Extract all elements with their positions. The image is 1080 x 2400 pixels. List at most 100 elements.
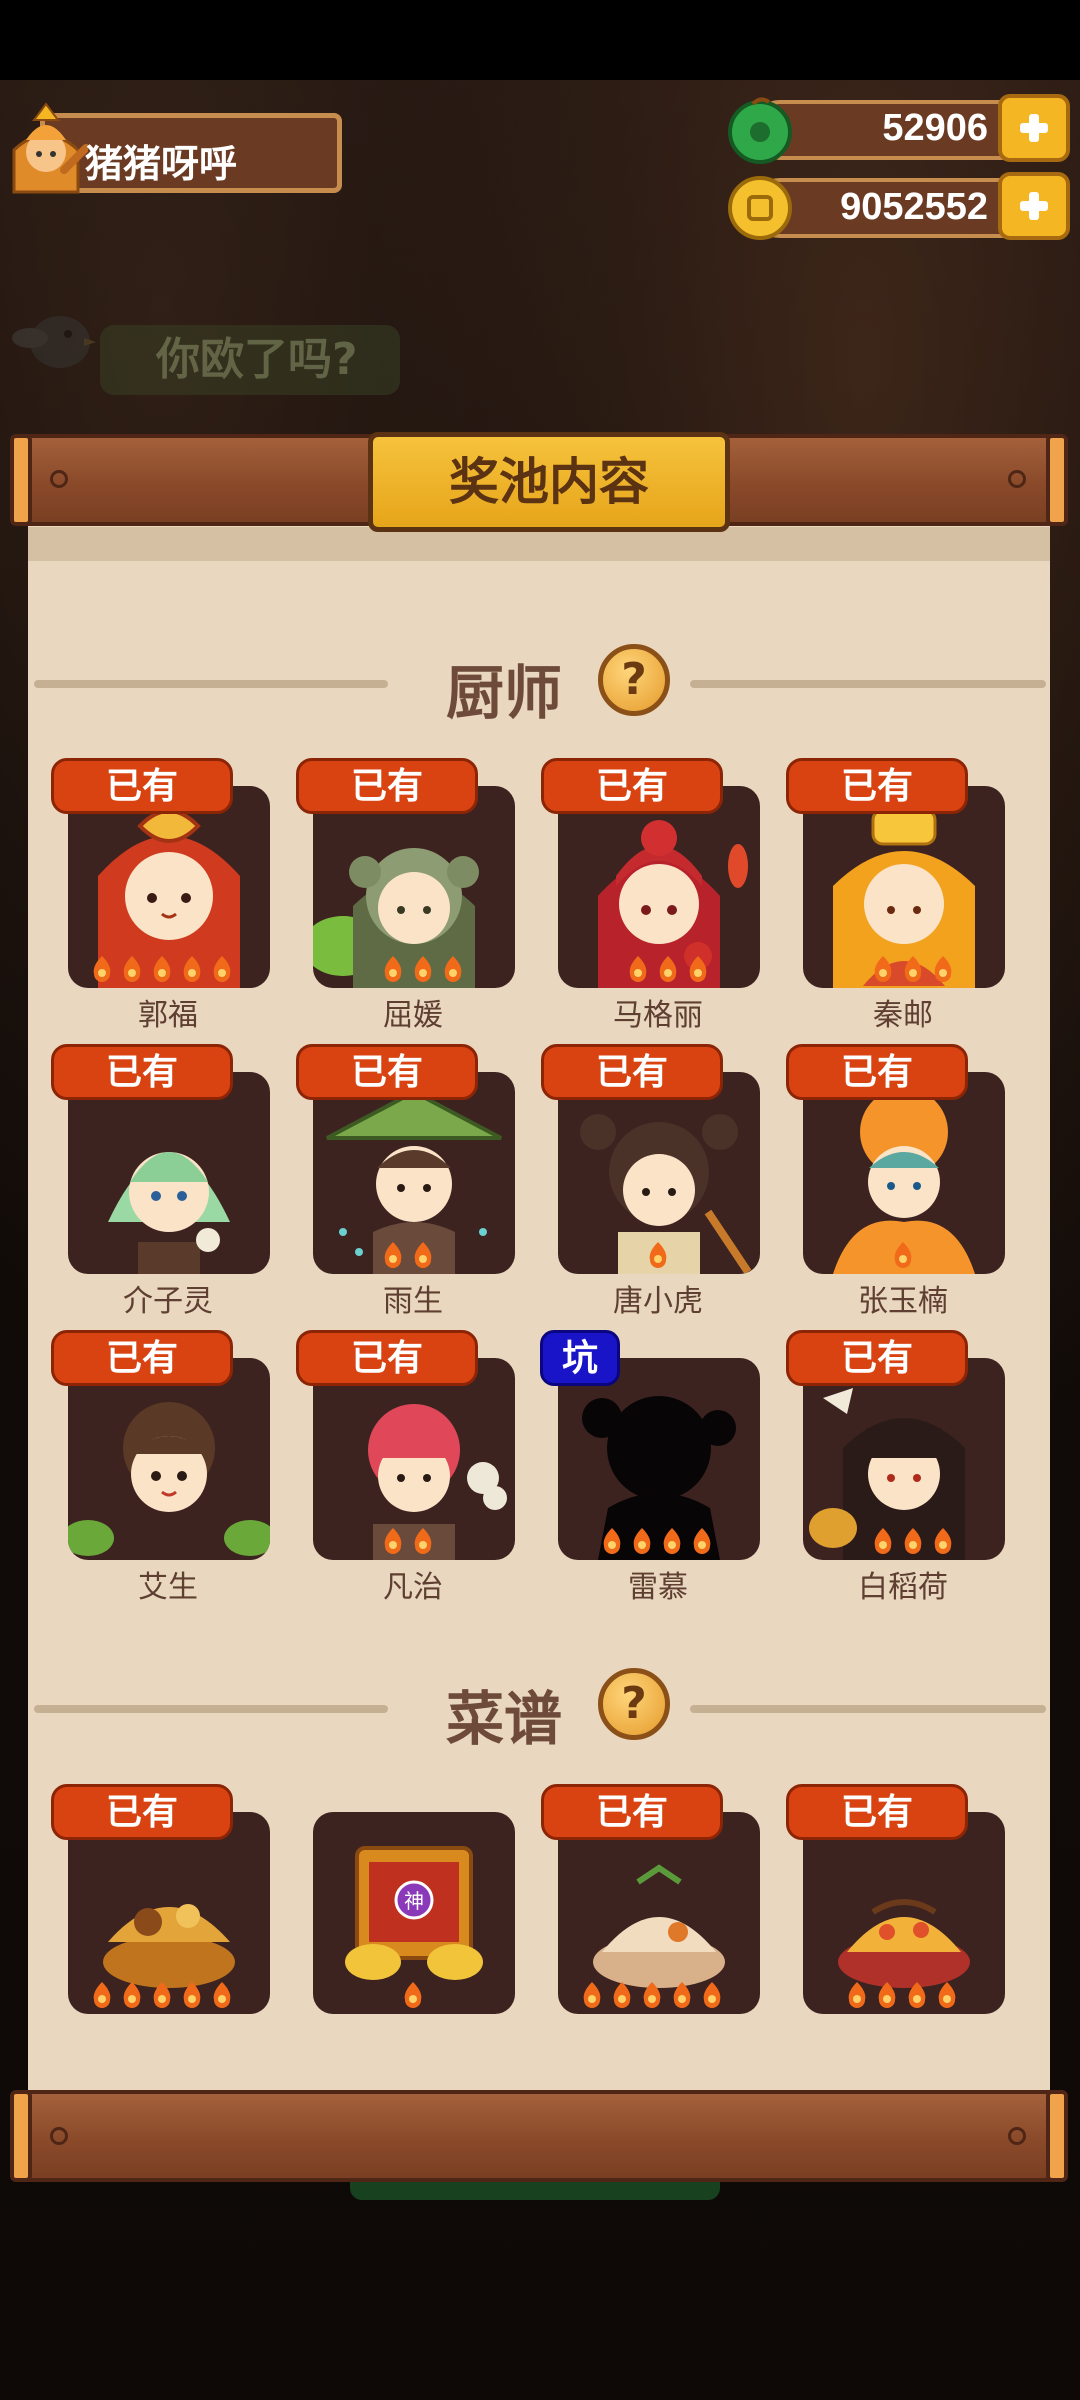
chef-name: 秦邮 (873, 999, 933, 1032)
chef-name: 凡治 (383, 1571, 443, 1604)
nail-icon (1008, 2127, 1026, 2145)
chef-name: 唐小虎 (613, 1285, 703, 1318)
fire-star-icon (123, 1982, 141, 2008)
fire-star-icon (689, 956, 707, 982)
recipe-help-button[interactable]: ? (598, 1668, 670, 1740)
add-coins-button[interactable] (998, 172, 1070, 240)
fire-star-icon (384, 956, 402, 982)
chef-card-magelí[interactable] (558, 786, 760, 988)
chef-card-qinyou[interactable] (803, 786, 1005, 988)
star-rating (313, 1980, 427, 2008)
chef-card-tangxiaohu[interactable] (558, 1072, 760, 1274)
star-rating (558, 1980, 726, 2008)
owned-badge: 已有 (51, 1044, 233, 1100)
fire-star-icon (629, 956, 647, 982)
status-bar (0, 0, 1080, 80)
chef-card-jieziling[interactable] (68, 1072, 270, 1274)
background-hint-label: 你欧了吗? (100, 325, 400, 395)
fire-star-icon (414, 956, 432, 982)
fire-star-icon (613, 1982, 631, 2008)
chef-name: 张玉楠 (858, 1285, 948, 1318)
owned-badge: 已有 (296, 758, 478, 814)
coin-icon (728, 176, 792, 240)
fire-star-icon (153, 956, 171, 982)
fire-star-icon (663, 1528, 681, 1554)
star-rating (313, 1240, 437, 1268)
chef-card-leimu[interactable] (558, 1358, 760, 1560)
chef-card-guofu[interactable] (68, 786, 270, 988)
star-rating (558, 1240, 672, 1268)
owned-badge: 已有 (786, 1784, 968, 1840)
chef-section-title: 厨师 (446, 661, 563, 726)
fire-star-icon (693, 1528, 711, 1554)
fire-star-icon (93, 1982, 111, 2008)
chef-portrait-aisheng (68, 1402, 270, 1556)
fire-star-icon (444, 956, 462, 982)
chef-card-yusheng[interactable] (313, 1072, 515, 1274)
star-rating (313, 954, 467, 982)
fire-star-icon (633, 1528, 651, 1554)
section-divider (34, 1705, 388, 1713)
fire-star-icon (894, 1242, 912, 1268)
chef-help-button[interactable]: ? (598, 644, 670, 716)
fire-star-icon (904, 1528, 922, 1554)
fire-star-icon (404, 1982, 422, 2008)
chef-card-zhangyunan[interactable] (803, 1072, 1005, 1274)
star-rating (313, 1526, 437, 1554)
player-name: 猪猪呀呼 (85, 144, 238, 186)
star-rating (803, 954, 957, 982)
chef-card-baidaohe[interactable] (803, 1358, 1005, 1560)
recipe-card-4[interactable] (803, 1812, 1005, 2014)
recipe-card-3[interactable] (558, 1812, 760, 2014)
recipe-section-title: 菜谱 (446, 1687, 563, 1752)
fire-star-icon (384, 1242, 402, 1268)
fire-star-icon (938, 1982, 956, 2008)
modal-title: 奖池内容 (449, 454, 649, 510)
add-jade-button[interactable] (998, 94, 1070, 162)
bottom-wood-bar[interactable] (10, 2090, 1068, 2182)
fire-star-icon (703, 1982, 721, 2008)
star-rating (558, 954, 712, 982)
chef-card-aisheng[interactable] (68, 1358, 270, 1560)
chef-name: 屈媛 (383, 999, 443, 1032)
fire-star-icon (213, 1982, 231, 2008)
fire-star-icon (878, 1982, 896, 2008)
divine-badge: 神 (404, 1889, 424, 1913)
chef-card-fanzhi[interactable] (313, 1358, 515, 1560)
fire-star-icon (414, 1528, 432, 1554)
pit-badge: 坑 (540, 1330, 620, 1386)
owned-badge: 已有 (296, 1044, 478, 1100)
star-rating (558, 1526, 716, 1554)
nail-icon (50, 470, 68, 488)
fire-star-icon (874, 956, 892, 982)
fire-star-icon (603, 1528, 621, 1554)
chef-card-quyuan[interactable] (313, 786, 515, 988)
owned-badge: 已有 (541, 758, 723, 814)
fire-star-icon (904, 956, 922, 982)
fire-star-icon (874, 1528, 892, 1554)
recipe-card-2[interactable]: 神 (313, 1812, 515, 2014)
star-rating (803, 1980, 961, 2008)
star-rating (68, 954, 236, 982)
player-avatar-icon[interactable] (4, 100, 88, 196)
owned-badge: 已有 (541, 1044, 723, 1100)
jade-value: 52906 (882, 107, 988, 149)
fire-star-icon (848, 1982, 866, 2008)
owned-badge: 已有 (541, 1784, 723, 1840)
owned-badge: 已有 (51, 758, 233, 814)
owned-badge: 已有 (296, 1330, 478, 1386)
fire-star-icon (659, 956, 677, 982)
chef-name: 介子灵 (123, 1285, 213, 1318)
owned-badge: 已有 (51, 1784, 233, 1840)
chef-name: 艾生 (138, 1571, 198, 1604)
fire-star-icon (934, 956, 952, 982)
jade-icon (728, 97, 792, 164)
fire-star-icon (908, 1982, 926, 2008)
fire-star-icon (213, 956, 231, 982)
recipe-card-1[interactable] (68, 1812, 270, 2014)
coin-value: 9052552 (840, 186, 988, 228)
bird-mascot-icon (12, 316, 96, 368)
fire-star-icon (183, 956, 201, 982)
fire-star-icon (123, 956, 141, 982)
fire-star-icon (649, 1242, 667, 1268)
